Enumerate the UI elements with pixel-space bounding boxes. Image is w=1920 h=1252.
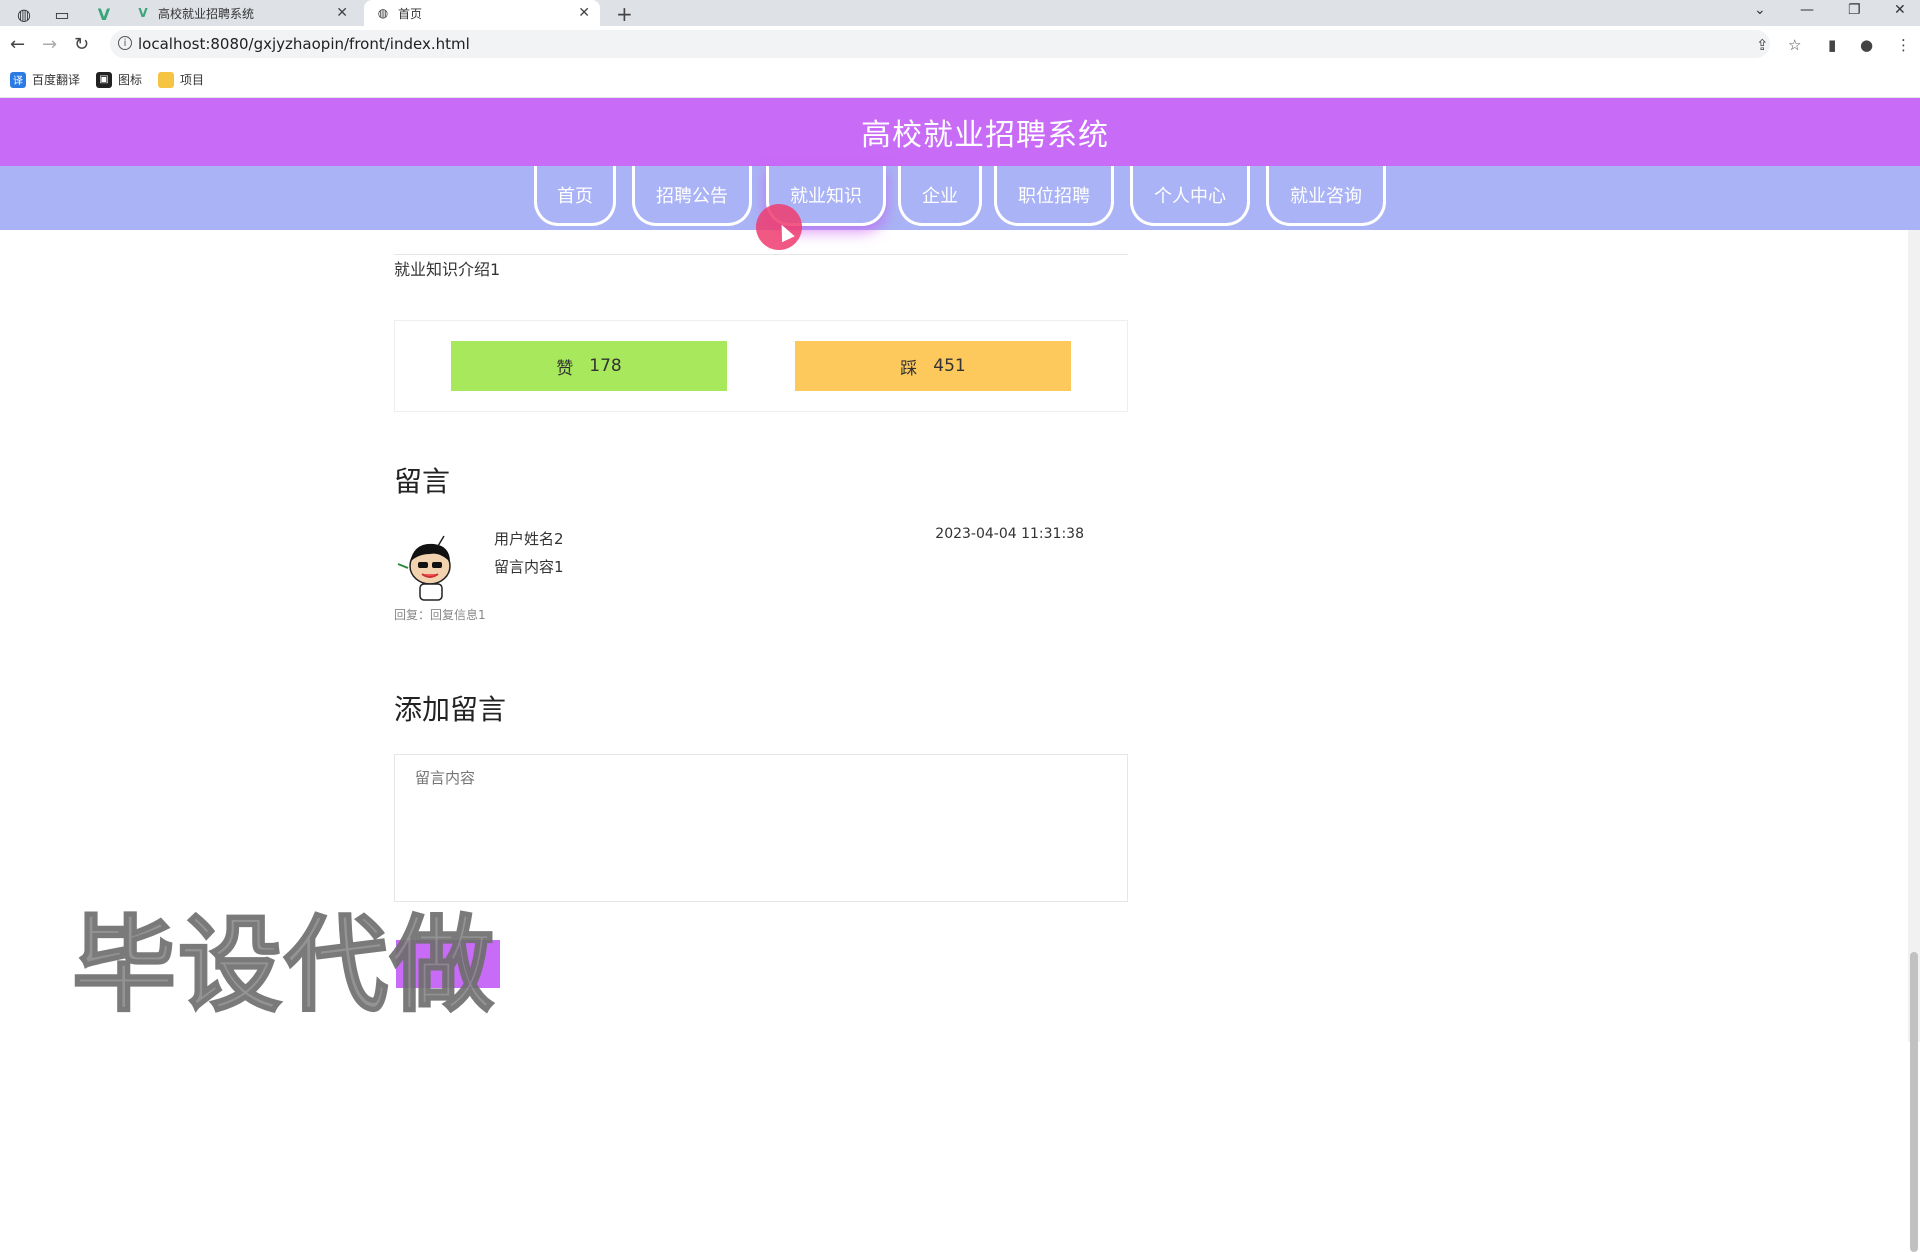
nav-consulting[interactable]: 就业咨询 <box>1266 166 1386 226</box>
bookmarks-bar: 译 百度翻译 ▣ 图标 项目 <box>0 62 1920 98</box>
close-window-icon[interactable]: ✕ <box>1894 2 1906 18</box>
bookmark-label: 项目 <box>180 73 205 87</box>
main-nav: 首页 招聘公告 就业知识 企业 职位招聘 个人中心 就业咨询 <box>0 166 1920 230</box>
scrollbar[interactable] <box>1908 230 1920 1252</box>
nav-jobs[interactable]: 职位招聘 <box>994 166 1114 226</box>
dislike-label: 踩 <box>900 358 918 379</box>
bookmark-label: 百度翻译 <box>32 73 81 87</box>
sidebar-icon[interactable]: ▮ <box>1828 36 1836 54</box>
like-button[interactable]: 赞 178 <box>451 341 727 391</box>
globe-icon: ◍ <box>377 6 389 20</box>
globe-icon[interactable]: ◍ <box>14 2 34 26</box>
vue-icon: V <box>138 6 148 20</box>
address-bar-row: ← → ↻ i localhost:8080/gxjyzhaopin/front… <box>0 26 1920 62</box>
dislike-count: 451 <box>933 356 966 376</box>
divider <box>394 254 1128 255</box>
scrollbar-thumb[interactable] <box>1910 952 1918 1252</box>
comment-item: 用户姓名2 留言内容1 2023-04-04 11:31:38 回复：回复信息1 <box>394 526 1084 624</box>
translate-icon: 译 <box>10 71 26 88</box>
url-text: localhost:8080/gxjyzhaopin/front/index.h… <box>138 35 470 53</box>
nav-announcements[interactable]: 招聘公告 <box>632 166 752 226</box>
comment-user: 用户姓名2 <box>494 530 564 548</box>
dislike-button[interactable]: 踩 451 <box>795 341 1071 391</box>
share-icon[interactable]: ⇪ <box>1756 36 1769 54</box>
image-icon: ▣ <box>96 71 113 88</box>
site-header: 高校就业招聘系统 <box>0 98 1920 166</box>
tab-title: 首页 <box>398 6 423 21</box>
bookmark-label: 图标 <box>118 73 143 87</box>
comment-time: 2023-04-04 11:31:38 <box>935 526 1084 542</box>
reload-icon[interactable]: ↻ <box>74 34 89 55</box>
browser-tab-bar: ◍ ▭ V V 高校就业招聘系统 ✕ ◍ 首页 ✕ + ⌄ — ❐ ✕ <box>0 0 1920 26</box>
close-icon[interactable]: ✕ <box>336 5 348 21</box>
chevron-down-icon[interactable]: ⌄ <box>1754 2 1766 18</box>
article-intro: 就业知识介绍1 <box>394 260 501 279</box>
tab-home[interactable]: ◍ 首页 ✕ <box>364 0 600 26</box>
vue-icon[interactable]: V <box>94 2 114 26</box>
bookmark-project[interactable]: 项目 <box>158 71 204 88</box>
blank-tab-icon[interactable]: ▭ <box>52 2 72 26</box>
info-icon[interactable]: i <box>118 36 132 50</box>
folder-icon <box>158 71 175 88</box>
new-tab-icon[interactable]: + <box>616 2 633 26</box>
nav-personal-center[interactable]: 个人中心 <box>1130 166 1250 226</box>
tab-title: 高校就业招聘系统 <box>158 6 255 21</box>
watermark: 毕设代做 <box>71 903 497 1027</box>
url-field[interactable]: i localhost:8080/gxjyzhaopin/front/index… <box>110 30 1770 58</box>
menu-icon[interactable]: ⋮ <box>1896 36 1911 54</box>
back-icon[interactable]: ← <box>10 34 25 55</box>
nav-companies[interactable]: 企业 <box>898 166 982 226</box>
profile-icon[interactable]: ● <box>1860 36 1873 54</box>
like-label: 赞 <box>556 358 574 379</box>
site-title: 高校就业招聘系统 <box>861 118 1109 153</box>
comments-heading: 留言 <box>394 465 451 498</box>
tab-recruitment[interactable]: V 高校就业招聘系统 ✕ <box>124 0 358 26</box>
add-comment-heading: 添加留言 <box>394 693 507 726</box>
comment-content: 留言内容1 <box>494 558 564 576</box>
bookmark-baidu-translate[interactable]: 译 百度翻译 <box>10 71 80 88</box>
restore-icon[interactable]: ❐ <box>1848 2 1861 18</box>
bookmark-icons[interactable]: ▣ 图标 <box>96 71 142 88</box>
forward-icon[interactable]: → <box>42 34 57 55</box>
comment-input[interactable] <box>394 754 1128 902</box>
avatar <box>397 535 451 601</box>
close-icon[interactable]: ✕ <box>578 5 590 21</box>
nav-home[interactable]: 首页 <box>534 166 616 226</box>
vote-box: 赞 178 踩 451 <box>394 320 1128 412</box>
like-count: 178 <box>589 356 622 376</box>
star-icon[interactable]: ☆ <box>1788 36 1801 54</box>
comment-reply: 回复：回复信息1 <box>394 608 486 622</box>
minimize-icon[interactable]: — <box>1800 2 1814 18</box>
